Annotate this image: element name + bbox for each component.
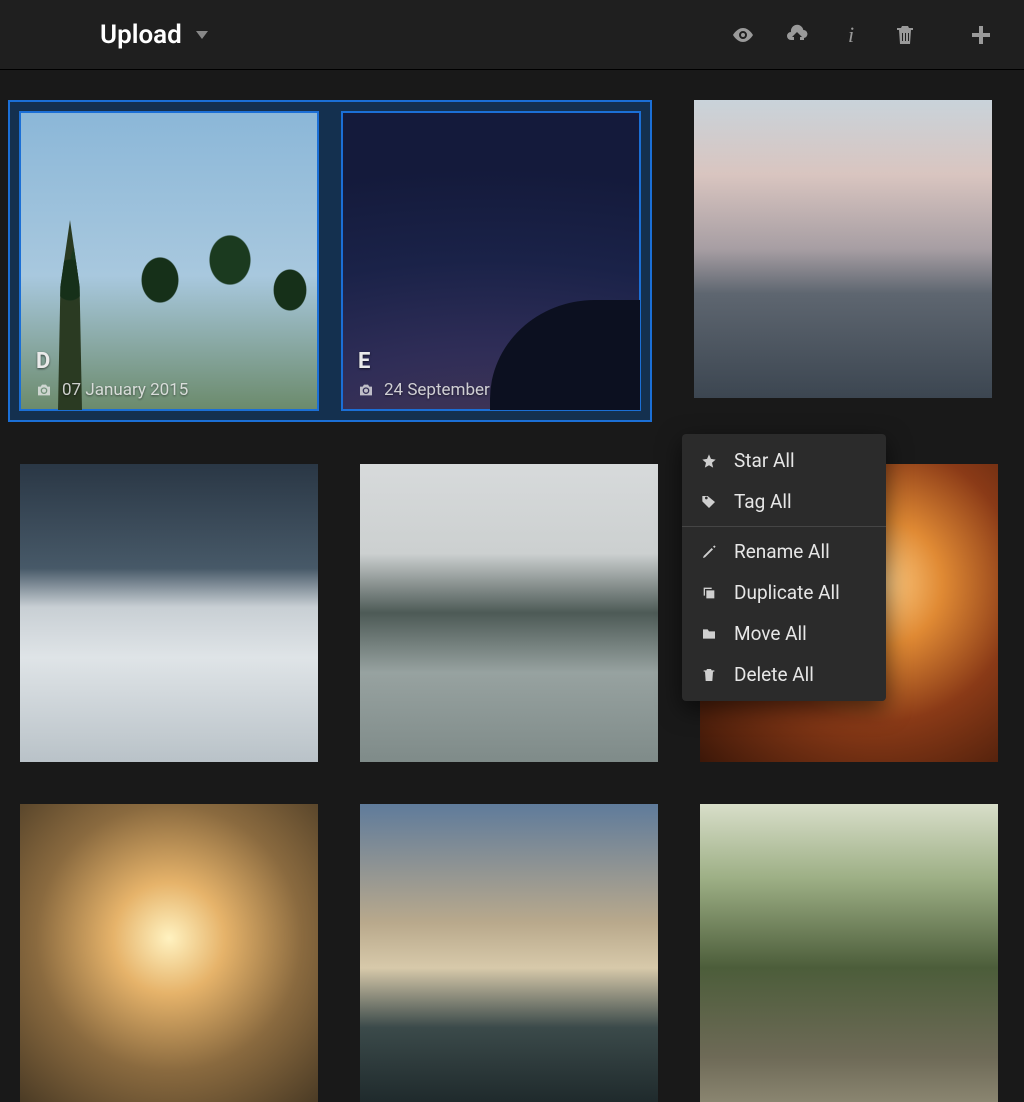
photo-tile[interactable] [694, 100, 992, 398]
ctx-label: Delete All [734, 663, 814, 686]
tile-overlay: E 24 September 2012 [342, 335, 640, 410]
photo-tile[interactable]: E 24 September 2012 [342, 112, 640, 410]
eye-icon[interactable] [730, 22, 756, 48]
ctx-tag-all[interactable]: Tag All [682, 481, 886, 522]
ctx-label: Rename All [734, 540, 830, 563]
upload-label: Upload [100, 20, 182, 50]
toolbar-icons: i [730, 22, 994, 48]
camera-icon [36, 383, 52, 397]
svg-text:i: i [848, 23, 854, 47]
ctx-label: Star All [734, 449, 795, 472]
gallery-row: D 07 January 2015 E 24 September 2012 [20, 100, 1004, 422]
photo-tile[interactable] [700, 804, 998, 1102]
context-menu: Star All Tag All Rename All Duplicate Al… [682, 434, 886, 701]
star-icon [700, 452, 718, 470]
photo-tile[interactable] [20, 464, 318, 762]
tile-dateline: 24 September 2012 [358, 380, 624, 400]
tile-date: 24 September 2012 [384, 380, 532, 400]
folder-icon [700, 625, 718, 643]
photo-tile[interactable] [360, 464, 658, 762]
tag-icon [700, 493, 718, 511]
photo-tile[interactable] [360, 804, 658, 1102]
selection-group: D 07 January 2015 E 24 September 2012 [8, 100, 652, 422]
ctx-rename-all[interactable]: Rename All [682, 531, 886, 572]
gallery-row [20, 804, 1004, 1102]
info-icon[interactable]: i [838, 22, 864, 48]
tile-letter: D [36, 349, 302, 374]
pencil-icon [700, 543, 718, 561]
ctx-separator [682, 526, 886, 527]
ctx-move-all[interactable]: Move All [682, 613, 886, 654]
tile-dateline: 07 January 2015 [36, 380, 302, 400]
ctx-duplicate-all[interactable]: Duplicate All [682, 572, 886, 613]
ctx-delete-all[interactable]: Delete All [682, 654, 886, 695]
tile-date: 07 January 2015 [62, 380, 188, 400]
tile-overlay: D 07 January 2015 [20, 335, 318, 410]
ctx-label: Duplicate All [734, 581, 840, 604]
plus-icon[interactable] [968, 22, 994, 48]
chevron-down-icon [196, 31, 208, 39]
ctx-star-all[interactable]: Star All [682, 440, 886, 481]
trash-icon[interactable] [892, 22, 918, 48]
tile-letter: E [358, 349, 624, 374]
photo-tile[interactable]: D 07 January 2015 [20, 112, 318, 410]
trash-icon [700, 666, 718, 684]
photo-tile[interactable] [20, 804, 318, 1102]
ctx-label: Move All [734, 622, 807, 645]
cloud-up-icon[interactable] [784, 22, 810, 48]
duplicate-icon [700, 584, 718, 602]
toolbar: Upload i [0, 0, 1024, 70]
ctx-label: Tag All [734, 490, 792, 513]
upload-button[interactable]: Upload [100, 20, 208, 50]
camera-icon [358, 383, 374, 397]
